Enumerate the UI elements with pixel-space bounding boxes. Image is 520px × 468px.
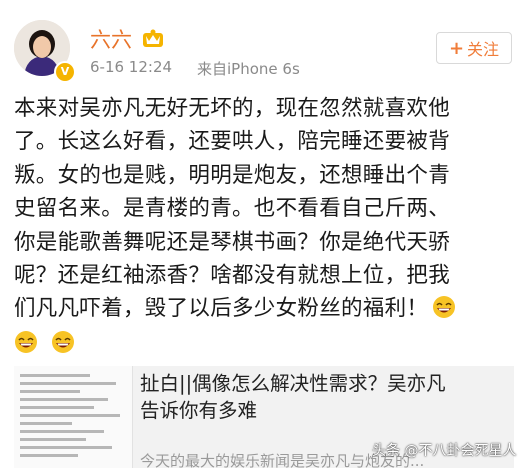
grin-emoji-icon [15, 331, 37, 353]
plus-icon: + [448, 37, 465, 59]
follow-button[interactable]: + 关注 [436, 32, 512, 64]
follow-label: 关注 [467, 40, 500, 59]
post-text-line: 叛。女的也是贱，明明是炮友，还想睡出个青 [14, 162, 451, 188]
post-text-line: 史留名来。是青楼的青。也不看看自己斤两、 [14, 196, 451, 222]
article-title[interactable]: 扯白||偶像怎么解决性需求？吴亦凡 告诉你有多难 [140, 370, 510, 424]
post-text-line-last: 们凡凡吓着，毁了以后多少女粉丝的福利！ [14, 292, 514, 325]
post-text-line: 本来对吴亦凡无好无坏的，现在忽然就喜欢他 [14, 96, 451, 121]
emoji-row [14, 330, 83, 354]
article-title-line: 告诉你有多难 [140, 399, 258, 422]
watermark: 头条 @不八卦会死星人 [372, 443, 517, 459]
post-header: V 六六 6-16 12:24 来自iPhone 6s + 关注 [0, 0, 520, 92]
grin-emoji-icon [433, 296, 456, 319]
post-text-line: 呢？还是红袖添香？啥都没有就想上位，把我 [14, 262, 451, 288]
grin-emoji-icon [52, 331, 75, 353]
post-text-line: 了。长这么好看，还要哄人，陪完睡还要被背 [14, 129, 451, 155]
post-source: 来自iPhone 6s [197, 60, 300, 78]
post-text: 本来对吴亦凡无好无坏的，现在忽然就喜欢他 了。长这么好看，还要哄人，陪完睡还要被… [14, 92, 514, 326]
vip-crown-icon [143, 29, 163, 47]
post-text-line: 们凡凡吓着，毁了以后多少女粉丝的福利！ [14, 296, 429, 322]
article-title-line: 扯白||偶像怎么解决性需求？吴亦凡 [140, 372, 446, 395]
username[interactable]: 六六 [90, 24, 132, 54]
article-thumbnail [14, 366, 133, 468]
post-text-line: 你是能歌善舞呢还是琴棋书画？你是绝代天骄 [14, 229, 451, 255]
post-time: 6-16 12:24 [90, 58, 173, 76]
verified-badge-icon: V [54, 61, 76, 83]
